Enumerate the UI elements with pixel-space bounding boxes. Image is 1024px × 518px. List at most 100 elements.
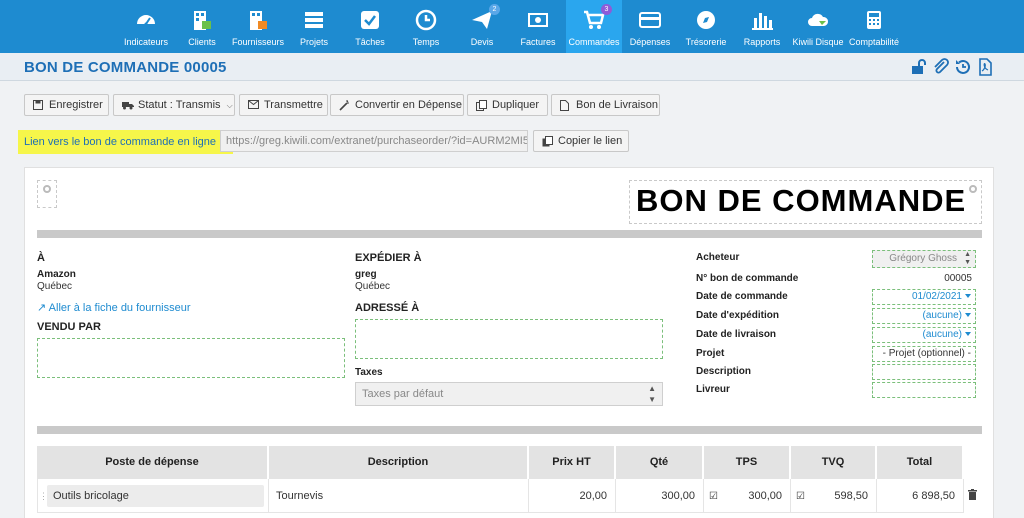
addressed-to-field[interactable] <box>355 319 663 359</box>
order-date-field[interactable]: 01/02/2021 <box>872 289 976 305</box>
top-navigation: Indicateurs Clients Fournisseurs Projets… <box>0 0 1024 53</box>
gear-icon[interactable] <box>43 185 51 193</box>
title-bar: BON DE COMMANDE 00005 <box>0 53 1024 81</box>
project-select[interactable]: - Projet (optionnel) - <box>872 346 976 362</box>
nav-item-temps[interactable]: Temps <box>398 0 454 53</box>
caret-down-icon <box>965 294 971 299</box>
nav-item-projets[interactable]: Projets <box>286 0 342 53</box>
convert-button[interactable]: Convertir en Dépense <box>330 94 464 116</box>
online-link-label: Lien vers le bon de commande en ligne <box>24 136 217 148</box>
nav-item-depenses[interactable]: Dépenses <box>622 0 678 53</box>
floppy-icon <box>33 100 43 110</box>
ship-date-field[interactable]: (aucune) <box>872 308 976 324</box>
history-icon[interactable] <box>954 58 972 76</box>
taxes-placeholder: Taxes par défaut <box>362 388 444 400</box>
sold-by-field[interactable] <box>37 338 345 378</box>
expense-item-field[interactable]: Outils bricolage <box>47 485 264 507</box>
copy-link-label: Copier le lien <box>558 135 623 147</box>
convert-label: Convertir en Dépense <box>355 99 463 111</box>
tvq-cell: ☑ 598,50 <box>791 479 877 513</box>
logo-placeholder[interactable] <box>37 180 57 208</box>
caret-down-icon <box>965 332 971 337</box>
caret-down-icon <box>965 313 971 318</box>
table-row: ⋮⋮ Outils bricolage <box>37 479 269 513</box>
nav-item-indicateurs[interactable]: Indicateurs <box>118 0 174 53</box>
tps-checkbox[interactable]: ☑ <box>709 480 718 514</box>
po-number-label: N° bon de commande <box>696 273 799 284</box>
nav-item-factures[interactable]: Factures <box>510 0 566 53</box>
qty-cell[interactable]: 300,00 <box>616 479 704 513</box>
sort-icon: ▲ ▼ <box>964 251 971 266</box>
col-header-total: Total <box>877 446 963 479</box>
doc-title: BON DE COMMANDE <box>636 183 967 218</box>
nav-item-taches[interactable]: Tâches <box>342 0 398 53</box>
project-label: Projet <box>696 348 725 359</box>
taxes-select[interactable]: Taxes par défaut ▲ ▼ <box>355 382 663 406</box>
envelope-icon <box>248 100 259 109</box>
gauge-icon <box>137 15 155 26</box>
col-header-price: Prix HT <box>529 446 615 479</box>
nav-item-clients[interactable]: Clients <box>174 0 230 53</box>
building-icon <box>194 11 211 30</box>
description-label: Description <box>696 366 752 377</box>
doc-title-box[interactable]: BON DE COMMANDE <box>629 180 982 224</box>
sold-by-heading: VENDU PAR <box>37 321 101 333</box>
delivery-date-label: Date de livraison <box>696 329 777 340</box>
buyer-select[interactable]: Grégory Ghoss ▲ ▼ <box>872 250 976 268</box>
online-url-field[interactable]: https://greg.kiwili.com/extranet/purchas… <box>220 130 528 152</box>
delivery-label: Bon de Livraison <box>576 99 658 111</box>
copy-link-button[interactable]: Copier le lien <box>533 130 629 152</box>
to-heading: À <box>37 252 45 264</box>
description-field[interactable] <box>872 364 976 380</box>
ship-date-value: (aucune) <box>922 310 962 321</box>
status-dropdown[interactable]: Statut : Transmis ⌵ <box>113 94 235 116</box>
po-number-value: 00005 <box>944 273 972 284</box>
clock-icon <box>415 9 437 31</box>
price-cell[interactable]: 20,00 <box>529 479 616 513</box>
nav-item-commandes[interactable]: 3 Commandes <box>566 0 622 53</box>
save-button[interactable]: Enregistrer <box>24 94 109 116</box>
online-link[interactable]: Lien vers le bon de commande en ligne ↗ <box>18 130 234 154</box>
col-header-description: Description <box>269 446 528 479</box>
copy-icon <box>542 136 553 147</box>
expense-item-value: Outils bricolage <box>53 490 129 502</box>
send-label: Transmettre <box>264 99 323 111</box>
tvq-checkbox[interactable]: ☑ <box>796 480 805 514</box>
delivery-date-field[interactable]: (aucune) <box>872 327 976 343</box>
gear-icon[interactable] <box>969 185 977 193</box>
ship-to-heading: EXPÉDIER À <box>355 252 422 264</box>
trash-icon[interactable] <box>968 489 977 500</box>
send-button[interactable]: Transmettre <box>239 94 328 116</box>
taxes-label: Taxes <box>355 367 383 378</box>
checkbox-icon <box>361 11 379 29</box>
tps-value: 300,00 <box>748 490 782 502</box>
nav-item-rapports[interactable]: Rapports <box>734 0 790 53</box>
nav-item-fournisseurs[interactable]: Fournisseurs <box>230 0 286 53</box>
unlock-icon[interactable] <box>910 58 928 76</box>
nav-item-tresorerie[interactable]: Trésorerie <box>678 0 734 53</box>
purchase-order-document: BON DE COMMANDE À Amazon Québec ↗ Aller … <box>24 167 994 518</box>
supplier-icon <box>250 11 267 30</box>
banknote-icon <box>528 13 548 27</box>
nav-label: Comptabilité <box>848 37 900 47</box>
pdf-icon[interactable] <box>976 58 994 76</box>
supplier-link[interactable]: ↗ Aller à la fiche du fournisseur <box>37 301 191 314</box>
ship-to-name: greg <box>355 269 377 280</box>
paperclip-icon[interactable] <box>932 58 950 76</box>
external-link-icon: ↗ <box>37 302 47 314</box>
deliverer-field[interactable] <box>872 382 976 398</box>
duplicate-button[interactable]: Dupliquer <box>467 94 548 116</box>
supplier-link-label: Aller à la fiche du fournisseur <box>48 302 191 314</box>
copy-icon <box>476 100 487 111</box>
tps-cell: ☑ 300,00 <box>704 479 791 513</box>
truck-icon <box>122 102 134 110</box>
compass-icon <box>697 11 715 29</box>
ship-to-region: Québec <box>355 281 391 292</box>
nav-item-devis[interactable]: 2 Devis <box>454 0 510 53</box>
nav-item-kiwili-disque[interactable]: Kiwili Disque <box>790 0 846 53</box>
supplier-name: Amazon <box>37 269 76 280</box>
nav-item-comptabilite[interactable]: Comptabilité <box>846 0 902 53</box>
delivery-note-button[interactable]: Bon de Livraison <box>551 94 660 116</box>
col-header-tps: TPS <box>704 446 790 479</box>
description-cell[interactable]: Tournevis <box>269 479 529 513</box>
